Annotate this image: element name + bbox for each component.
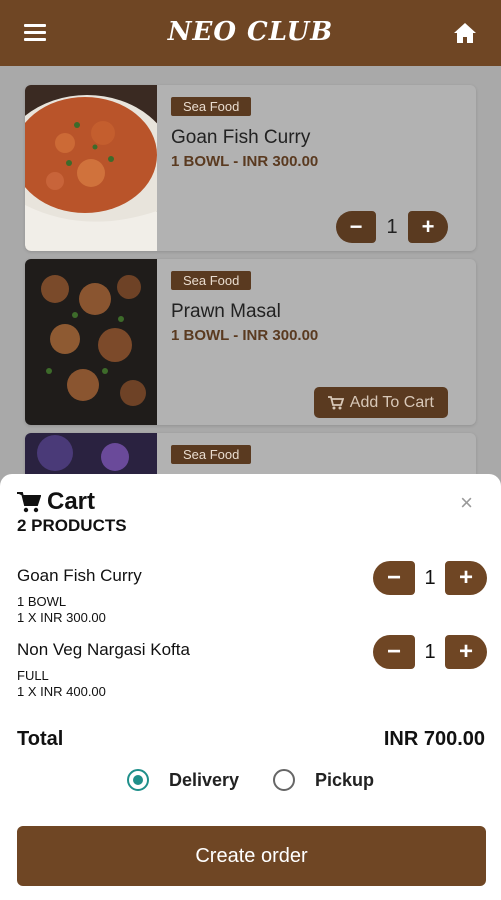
create-order-button[interactable]: Create order <box>17 826 486 886</box>
cart-icon <box>17 492 41 513</box>
category-badge: Sea Food <box>171 271 252 290</box>
menu-card: Sea Food Goan Fish Curry 1 BOWL - INR 30… <box>25 85 476 251</box>
cart-title: Cart <box>17 488 95 516</box>
quantity-value: 1 <box>424 566 436 589</box>
category-badge: Sea Food <box>171 97 252 116</box>
quantity-stepper: − 1 + <box>373 634 487 670</box>
item-price: 1 BOWL - INR 300.00 <box>171 153 319 170</box>
cart-item-price: 1 X INR 300.00 <box>17 610 106 625</box>
increase-button[interactable]: + <box>408 211 448 243</box>
app-title: NEO CLUB <box>167 17 334 47</box>
item-name: Goan Fish Curry <box>171 127 311 148</box>
item-price: 1 BOWL - INR 300.00 <box>171 327 319 344</box>
decrease-button[interactable]: − <box>373 635 415 669</box>
cart-icon <box>327 395 344 409</box>
menu-card: Sea Food Prawn Masal 1 BOWL - INR 300.00… <box>25 259 476 425</box>
decrease-button[interactable]: − <box>373 561 415 595</box>
cart-item: Goan Fish Curry 1 BOWL 1 X INR 300.00 − … <box>17 561 487 625</box>
cart-item-variant: 1 BOWL <box>17 594 67 609</box>
delivery-radio[interactable] <box>126 769 149 791</box>
cart-item-price: 1 X INR 400.00 <box>17 684 106 699</box>
category-badge: Sea Food <box>171 445 252 464</box>
add-to-cart-button[interactable]: Add To Cart <box>313 387 448 418</box>
delivery-option[interactable]: Delivery <box>126 769 240 791</box>
pickup-label: Pickup <box>315 769 375 790</box>
decrease-button[interactable]: − <box>336 211 376 243</box>
total-label: Total <box>17 728 64 750</box>
cart-product-count: 2 PRODUCTS <box>17 516 127 535</box>
cart-item: Non Veg Nargasi Kofta FULL 1 X INR 400.0… <box>17 635 487 699</box>
fulfillment-options: Delivery Pickup <box>0 769 501 791</box>
quantity-stepper: − 1 + <box>373 560 487 596</box>
total-value: INR 700.00 <box>383 728 485 750</box>
delivery-label: Delivery <box>168 769 240 790</box>
quantity-stepper: − 1 + <box>336 210 448 244</box>
cart-sheet: Cart 2 PRODUCTS × Goan Fish Curry 1 BOWL… <box>0 474 501 900</box>
cart-item-variant: FULL <box>17 668 49 683</box>
increase-button[interactable]: + <box>445 561 487 595</box>
top-bar: NEO CLUB <box>0 0 501 66</box>
quantity-value: 1 <box>386 215 398 238</box>
pickup-radio[interactable] <box>273 769 296 791</box>
food-image <box>25 259 157 425</box>
item-name: Prawn Masal <box>171 301 281 322</box>
menu-list: Sea Food Goan Fish Curry 1 BOWL - INR 30… <box>0 66 501 486</box>
cart-title-label: Cart <box>47 488 96 515</box>
close-icon[interactable]: × <box>460 490 473 516</box>
increase-button[interactable]: + <box>445 635 487 669</box>
add-to-cart-label: Add To Cart <box>349 393 434 411</box>
pickup-option[interactable]: Pickup <box>273 769 374 791</box>
home-icon[interactable] <box>453 22 477 44</box>
quantity-value: 1 <box>424 640 436 663</box>
food-image <box>25 85 157 251</box>
